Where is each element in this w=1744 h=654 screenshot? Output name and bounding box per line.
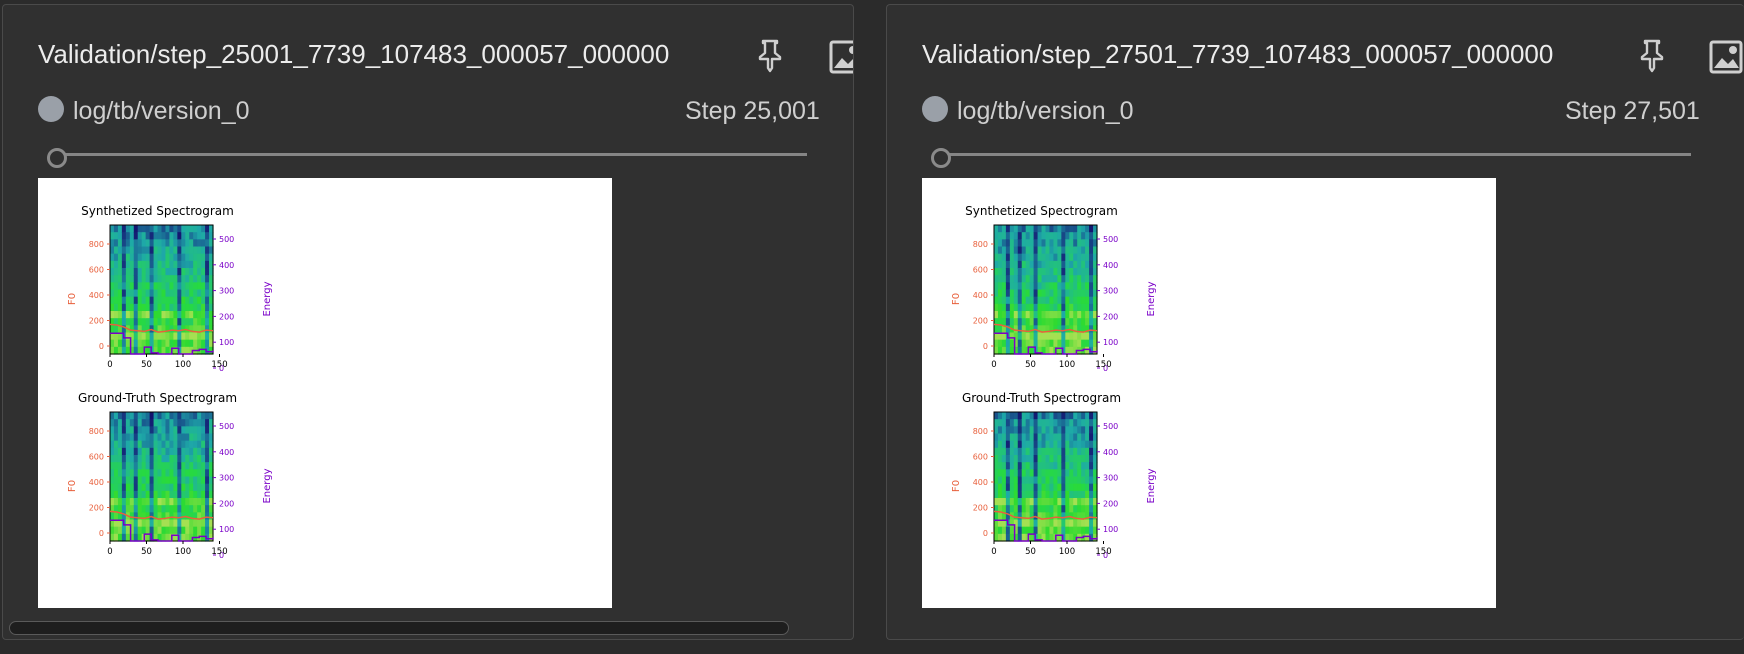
f0-tick-label: 800 [973, 240, 988, 249]
energy-axis-label: Energy [1146, 468, 1157, 503]
energy-tick-label: 100 [219, 525, 234, 534]
energy-tick-label: 200 [1103, 499, 1118, 508]
x-tick-label: 50 [141, 360, 152, 370]
image-icon[interactable] [829, 36, 853, 76]
energy-tick-label: 400 [219, 261, 234, 270]
card-title: Validation/step_25001_7739_107483_000057… [38, 39, 670, 69]
image-icon[interactable] [1709, 36, 1743, 76]
panel-title: Synthetized Spectrogram [81, 204, 234, 218]
f0-tick-label: 600 [973, 453, 988, 462]
step-slider[interactable] [943, 153, 1691, 156]
f0-axis-label: F0 [951, 480, 962, 492]
energy-tick-label: 100 [1103, 525, 1118, 534]
f0-axis-label: F0 [67, 293, 78, 305]
x-tick-label: 100 [175, 360, 191, 370]
f0-tick-label: 200 [973, 317, 988, 326]
panel-title: Ground-Truth Spectrogram [962, 391, 1121, 405]
spectrogram-image: Synthetized Spectrogram 800 600 400 200 0 F0 50… [38, 178, 612, 608]
card-title: Validation/step_27501_7739_107483_000057… [922, 39, 1554, 69]
f0-tick-label: 400 [89, 478, 104, 487]
energy-tick-label: 500 [219, 235, 234, 244]
f0-tick-label: 0 [99, 342, 104, 351]
spectrogram-image: Synthetized Spectrogram 800 600 400 200 0 F0 50… [922, 178, 1496, 608]
energy-tick-label: 200 [1103, 312, 1118, 321]
synth-spectrogram-panel: Synthetized Spectrogram 800 600 400 200 0 F0 50… [951, 204, 1157, 373]
x-tick-label: 150 [1095, 360, 1111, 370]
x-tick-label: 150 [211, 360, 227, 370]
run-color-dot [38, 96, 64, 122]
x-tick-label: 150 [1095, 547, 1111, 557]
x-tick-label: 0 [107, 360, 112, 370]
step-slider-thumb[interactable] [931, 148, 951, 168]
x-tick-label: 50 [1025, 360, 1036, 370]
horizontal-scrollbar[interactable] [9, 621, 789, 635]
energy-tick-label: 300 [219, 287, 234, 296]
f0-tick-label: 800 [89, 240, 104, 249]
f0-tick-label: 800 [973, 427, 988, 436]
x-tick-label: 50 [141, 547, 152, 557]
x-tick-label: 0 [991, 360, 996, 370]
energy-tick-label: 400 [1103, 448, 1118, 457]
gt-spectrogram-panel: Ground-Truth Spectrogram 800 600 400 200 0 F0 5… [951, 391, 1157, 560]
f0-tick-label: 200 [973, 504, 988, 513]
energy-tick-label: 500 [219, 422, 234, 431]
energy-axis-label: Energy [262, 468, 273, 503]
f0-axis-label: F0 [951, 293, 962, 305]
panel-title: Ground-Truth Spectrogram [78, 391, 237, 405]
energy-tick-label: 100 [1103, 338, 1118, 347]
energy-tick-label: 300 [1103, 474, 1118, 483]
pin-icon[interactable] [755, 37, 785, 73]
energy-tick-label: 400 [1103, 261, 1118, 270]
f0-axis-label: F0 [67, 480, 78, 492]
x-tick-label: 100 [1059, 360, 1075, 370]
image-card-right: Validation/step_27501_7739_107483_000057… [886, 4, 1744, 640]
f0-tick-label: 400 [973, 291, 988, 300]
f0-tick-label: 600 [89, 453, 104, 462]
f0-tick-label: 0 [983, 342, 988, 351]
step-label: Step 25,001 [685, 97, 820, 125]
run-name: log/tb/version_0 [957, 97, 1134, 125]
x-tick-label: 150 [211, 547, 227, 557]
synth-spectrogram-panel: Synthetized Spectrogram 800 600 400 200 0 F0 50… [67, 204, 273, 373]
pin-icon[interactable] [1637, 37, 1667, 73]
energy-tick-label: 400 [219, 448, 234, 457]
energy-tick-label: 500 [1103, 235, 1118, 244]
energy-tick-label: 100 [219, 338, 234, 347]
f0-tick-label: 200 [89, 317, 104, 326]
energy-tick-label: 300 [1103, 287, 1118, 296]
energy-tick-label: 200 [219, 312, 234, 321]
f0-tick-label: 0 [983, 529, 988, 538]
energy-tick-label: 500 [1103, 422, 1118, 431]
f0-tick-label: 200 [89, 504, 104, 513]
x-tick-label: 50 [1025, 547, 1036, 557]
f0-tick-label: 800 [89, 427, 104, 436]
x-tick-label: 0 [991, 547, 996, 557]
f0-tick-label: 0 [99, 529, 104, 538]
x-tick-label: 100 [175, 547, 191, 557]
spectrogram-figure: Synthetized Spectrogram 800 600 400 200 0 F0 50… [67, 204, 273, 560]
energy-axis-label: Energy [262, 281, 273, 316]
run-color-dot [922, 96, 948, 122]
panel-title: Synthetized Spectrogram [965, 204, 1118, 218]
step-label: Step 27,501 [1565, 97, 1700, 125]
step-slider[interactable] [59, 153, 807, 156]
x-tick-label: 0 [107, 547, 112, 557]
energy-axis-label: Energy [1146, 281, 1157, 316]
step-slider-thumb[interactable] [47, 148, 67, 168]
spectrogram-figure: Synthetized Spectrogram 800 600 400 200 0 F0 50… [951, 204, 1157, 560]
energy-tick-label: 200 [219, 499, 234, 508]
f0-tick-label: 400 [973, 478, 988, 487]
f0-tick-label: 400 [89, 291, 104, 300]
f0-tick-label: 600 [973, 266, 988, 275]
x-tick-label: 100 [1059, 547, 1075, 557]
f0-tick-label: 600 [89, 266, 104, 275]
gt-spectrogram-panel: Ground-Truth Spectrogram 800 600 400 200 0 F0 5… [67, 391, 273, 560]
energy-tick-label: 300 [219, 474, 234, 483]
image-card-left: Validation/step_25001_7739_107483_000057… [2, 4, 854, 640]
run-name: log/tb/version_0 [73, 97, 250, 125]
